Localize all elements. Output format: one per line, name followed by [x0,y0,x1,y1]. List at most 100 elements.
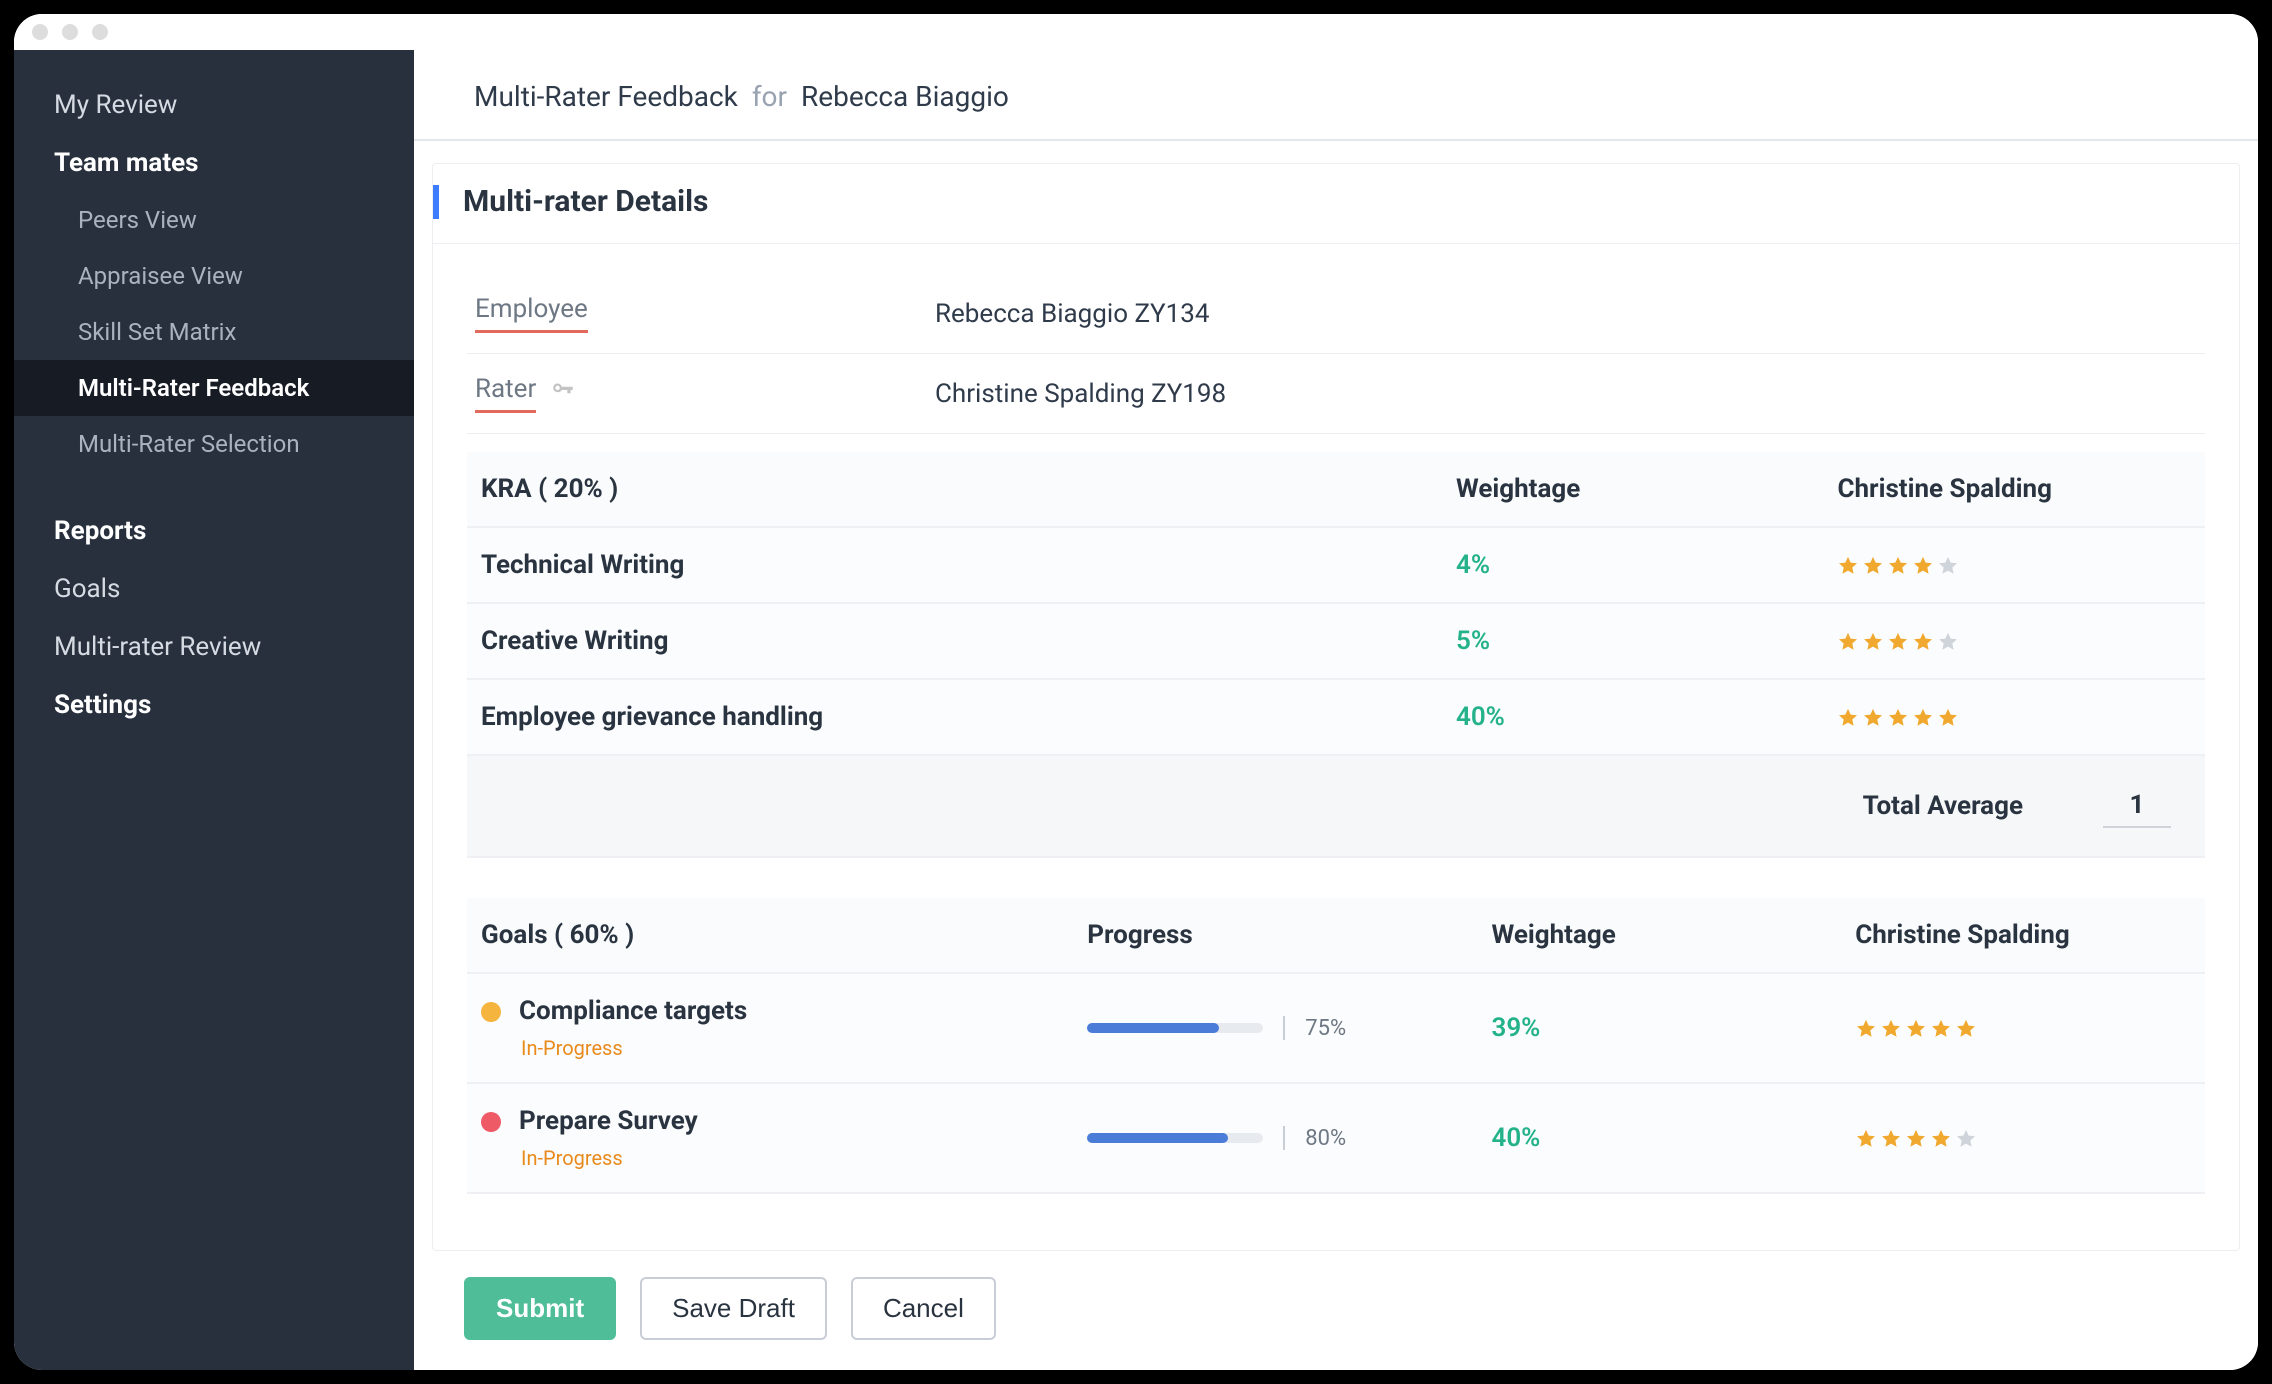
kra-table: KRA ( 20% ) Weightage Christine Spalding… [467,452,2205,756]
star-icon[interactable] [1887,554,1909,576]
star-icon[interactable] [1930,1017,1952,1039]
goals-table: Goals ( 60% ) Progress Weightage Christi… [467,898,2205,1194]
employee-label: Employee [475,294,935,333]
progress-track [1087,1023,1263,1033]
star-icon[interactable] [1937,554,1959,576]
star-icon[interactable] [1955,1127,1977,1149]
goals-header-rater: Christine Spalding [1841,898,2205,973]
star-icon[interactable] [1887,630,1909,652]
kra-row: Creative Writing5% [467,603,2205,679]
star-rating[interactable] [1837,706,2191,728]
rater-row: Rater Christine Spalding ZY198 [467,354,2205,434]
goal-status-dot [481,1002,501,1022]
kra-row: Technical Writing4% [467,527,2205,603]
star-icon[interactable] [1837,706,1859,728]
goal-name-cell: Prepare Survey In-Progress [467,1083,1073,1193]
progress-divider [1283,1126,1285,1150]
kra-name: Technical Writing [467,527,1442,603]
goal-name: Prepare Survey [519,1106,698,1136]
star-icon[interactable] [1880,1017,1902,1039]
sidebar-item-team-mates[interactable]: Team mates [14,134,414,192]
panel-title-bar [433,185,439,219]
goal-status: In-Progress [521,1146,1059,1170]
star-rating[interactable] [1855,1127,2191,1149]
star-icon[interactable] [1855,1127,1877,1149]
panel-title: Multi-rater Details [433,164,2239,244]
sidebar-item-skill-set-matrix[interactable]: Skill Set Matrix [14,304,414,360]
progress-fill [1087,1023,1219,1033]
star-icon[interactable] [1912,630,1934,652]
header-for: for [752,80,787,113]
goals-header-name: Goals ( 60% ) [467,898,1073,973]
star-rating[interactable] [1837,554,2191,576]
sidebar-item-my-review[interactable]: My Review [14,76,414,134]
total-average-value: 1 [2103,784,2171,828]
star-icon[interactable] [1837,630,1859,652]
sidebar-item-peers-view[interactable]: Peers View [14,192,414,248]
kra-weight: 5% [1442,603,1824,679]
sidebar-item-appraisee-view[interactable]: Appraisee View [14,248,414,304]
star-icon[interactable] [1930,1127,1952,1149]
goal-progress-cell: 80% [1073,1083,1477,1193]
page-header: Multi-Rater Feedback for Rebecca Biaggio [414,50,2258,141]
kra-weight: 4% [1442,527,1824,603]
star-icon[interactable] [1955,1017,1977,1039]
rater-label: Rater [475,374,935,413]
window-dot [92,24,108,40]
star-icon[interactable] [1905,1017,1927,1039]
sidebar-item-multi-rater-selection[interactable]: Multi-Rater Selection [14,416,414,472]
star-icon[interactable] [1887,706,1909,728]
star-icon[interactable] [1905,1127,1927,1149]
progress-track [1087,1133,1263,1143]
cancel-button[interactable]: Cancel [851,1277,996,1340]
goal-row: Prepare Survey In-Progress 80% 40% [467,1083,2205,1193]
sidebar: My ReviewTeam matesPeers ViewAppraisee V… [14,50,414,1370]
star-icon[interactable] [1880,1127,1902,1149]
star-icon[interactable] [1862,554,1884,576]
goal-stars-cell [1841,973,2205,1083]
goal-progress-cell: 75% [1073,973,1477,1083]
goal-stars-cell [1841,1083,2205,1193]
progress: 75% [1087,1016,1463,1041]
sidebar-item-reports[interactable]: Reports [14,502,414,560]
star-icon[interactable] [1837,554,1859,576]
star-rating[interactable] [1837,630,2191,652]
star-icon[interactable] [1937,706,1959,728]
star-rating[interactable] [1855,1017,2191,1039]
progress: 80% [1087,1126,1463,1151]
total-average-label: Total Average [1863,791,2023,821]
goal-status: In-Progress [521,1036,1059,1060]
star-icon[interactable] [1912,554,1934,576]
star-icon[interactable] [1855,1017,1877,1039]
goals-header-weight: Weightage [1477,898,1841,973]
star-icon[interactable] [1862,630,1884,652]
window-dot [32,24,48,40]
star-icon[interactable] [1862,706,1884,728]
sidebar-item-multi-rater-review[interactable]: Multi-rater Review [14,618,414,676]
header-person: Rebecca Biaggio [801,80,1009,113]
kra-header-name: KRA ( 20% ) [467,452,1442,527]
app-window: My ReviewTeam matesPeers ViewAppraisee V… [14,14,2258,1370]
key-icon [550,377,576,410]
progress-divider [1283,1016,1285,1040]
save-draft-button[interactable]: Save Draft [640,1277,827,1340]
sidebar-item-settings[interactable]: Settings [14,676,414,734]
kra-header-weight: Weightage [1442,452,1824,527]
kra-stars-cell [1823,603,2205,679]
goal-weight: 40% [1477,1083,1841,1193]
submit-button[interactable]: Submit [464,1277,616,1340]
total-average-row: Total Average 1 [467,756,2205,858]
page-title: Multi-Rater Feedback [474,80,738,113]
star-icon[interactable] [1912,706,1934,728]
kra-weight: 40% [1442,679,1824,755]
progress-fill [1087,1133,1228,1143]
star-icon[interactable] [1937,630,1959,652]
employee-row: Employee Rebecca Biaggio ZY134 [467,274,2205,354]
details-panel: Multi-rater Details Employee Rebecca Bia… [432,163,2240,1251]
window-titlebar [14,14,2258,50]
sidebar-item-goals[interactable]: Goals [14,560,414,618]
sidebar-item-multi-rater-feedback[interactable]: Multi-Rater Feedback [14,360,414,416]
kra-row: Employee grievance handling40% [467,679,2205,755]
goals-header-progress: Progress [1073,898,1477,973]
kra-stars-cell [1823,679,2205,755]
